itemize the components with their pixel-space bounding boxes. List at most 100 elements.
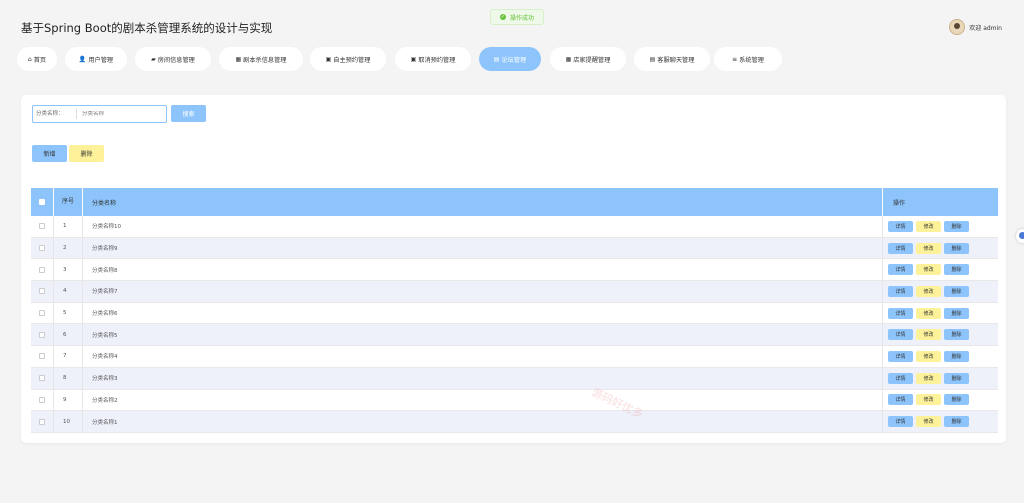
list-icon: ≡ <box>732 55 738 63</box>
detail-button[interactable]: 详情 <box>888 329 913 341</box>
nav-item-2[interactable]: ▰ 房间信息管理 <box>135 47 211 71</box>
detail-button[interactable]: 详情 <box>888 372 913 384</box>
search-button[interactable]: 搜索 <box>171 105 206 122</box>
header-no: 序号 <box>54 188 83 216</box>
nav-item-label: 用户管理 <box>88 56 114 64</box>
delete-button[interactable]: 删除 <box>944 285 969 297</box>
detail-button[interactable]: 详情 <box>888 350 913 362</box>
welcome-text: 欢迎 admin <box>969 24 1002 32</box>
row-ops: 详情 修改 删除 <box>883 303 998 324</box>
delete-button[interactable]: 删除 <box>944 242 969 254</box>
table-row: 9 分类名称2 详情 修改 删除 <box>31 389 998 412</box>
floating-side-button[interactable] <box>1016 229 1024 243</box>
edit-button[interactable]: 修改 <box>916 264 941 276</box>
edit-button[interactable]: 修改 <box>916 285 941 297</box>
row-checkbox[interactable] <box>39 245 45 252</box>
nav-item-5[interactable]: ▣ 取消预约管理 <box>395 47 471 71</box>
table-row: 8 分类名称3 详情 修改 删除 <box>31 367 998 390</box>
calendar-icon: ▣ <box>410 55 417 63</box>
row-checkbox[interactable] <box>39 331 45 338</box>
row-checkbox[interactable] <box>39 396 45 403</box>
row-checkbox[interactable] <box>39 418 45 425</box>
nav-item-4[interactable]: ▣ 自主预约管理 <box>310 47 386 71</box>
edit-button[interactable]: 修改 <box>916 220 941 232</box>
row-name: 分类名称8 <box>83 259 883 281</box>
detail-button[interactable]: 详情 <box>888 242 913 254</box>
nav-item-label: 房间信息管理 <box>157 56 195 64</box>
add-button[interactable]: 新增 <box>32 145 67 162</box>
detail-button[interactable]: 详情 <box>888 264 913 276</box>
nav-item-1[interactable]: 👤 用户管理 <box>65 47 127 71</box>
row-checkbox-cell <box>31 259 54 281</box>
top-bar: 基于Spring Boot的剧本杀管理系统的设计与实现 ✓ 操作成功 欢迎 ad… <box>0 0 1024 44</box>
table-row: 7 分类名称4 详情 修改 删除 <box>31 346 998 368</box>
row-ops: 详情 修改 删除 <box>883 216 998 237</box>
nav-item-9[interactable]: ≡ 系统管理 <box>714 47 782 71</box>
detail-button[interactable]: 详情 <box>888 220 913 232</box>
detail-button[interactable]: 详情 <box>888 394 913 406</box>
header-ops: 操作 <box>893 199 906 207</box>
row-checkbox[interactable] <box>39 375 45 382</box>
detail-button[interactable]: 详情 <box>888 416 913 428</box>
table-row: 6 分类名称5 详情 修改 删除 <box>31 324 998 347</box>
nav-item-0[interactable]: ⌂ 首页 <box>17 47 57 71</box>
table-row: 4 分类名称7 详情 修改 删除 <box>31 281 998 303</box>
nav-item-label: 店家提醒管理 <box>573 56 611 64</box>
edit-button[interactable]: 修改 <box>916 394 941 406</box>
edit-button[interactable]: 修改 <box>916 242 941 254</box>
nav-item-label: 论坛管理 <box>501 56 527 64</box>
toast-text: 操作成功 <box>510 14 535 22</box>
row-no: 8 <box>54 367 83 389</box>
row-name: 分类名称3 <box>83 367 883 389</box>
delete-button[interactable]: 删除 <box>944 220 969 232</box>
nav-item-7[interactable]: ▦ 店家提醒管理 <box>550 47 626 71</box>
check-icon: ✓ <box>500 14 506 20</box>
row-checkbox[interactable] <box>39 310 45 317</box>
edit-button[interactable]: 修改 <box>916 350 941 362</box>
home-icon: ⌂ <box>27 55 32 63</box>
row-checkbox[interactable] <box>39 288 45 295</box>
batch-delete-button[interactable]: 删除 <box>69 145 104 162</box>
table-row: 3 分类名称8 详情 修改 删除 <box>31 259 998 282</box>
search-input[interactable] <box>77 111 162 117</box>
edit-button[interactable]: 修改 <box>916 372 941 384</box>
delete-button[interactable]: 删除 <box>944 307 969 319</box>
edit-button[interactable]: 修改 <box>916 329 941 341</box>
row-name: 分类名称4 <box>83 346 883 367</box>
edit-button[interactable]: 修改 <box>916 307 941 319</box>
avatar[interactable] <box>949 19 966 35</box>
delete-button[interactable]: 删除 <box>944 329 969 341</box>
row-no: 2 <box>54 237 83 259</box>
forum-icon: ▤ <box>493 55 500 63</box>
delete-button[interactable]: 删除 <box>944 394 969 406</box>
row-checkbox[interactable] <box>39 223 45 230</box>
nav-item-3[interactable]: ▦ 剧本杀信息管理 <box>219 47 303 71</box>
detail-button[interactable]: 详情 <box>888 285 913 297</box>
row-checkbox-cell <box>31 281 54 302</box>
row-name: 分类名称1 <box>83 411 883 432</box>
nav-item-label: 客服聊天管理 <box>657 56 695 64</box>
detail-button[interactable]: 详情 <box>888 307 913 319</box>
row-checkbox-cell <box>31 302 54 324</box>
delete-button[interactable]: 删除 <box>944 372 969 384</box>
row-ops: 详情 修改 删除 <box>883 411 998 432</box>
edit-button[interactable]: 修改 <box>916 416 941 428</box>
app-title: 基于Spring Boot的剧本杀管理系统的设计与实现 <box>21 21 273 35</box>
nav-item-8[interactable]: ▤ 客服聊天管理 <box>634 47 710 71</box>
row-checkbox[interactable] <box>39 266 45 273</box>
row-checkbox[interactable] <box>39 353 45 360</box>
header-checkbox-cell <box>31 188 54 216</box>
row-checkbox-cell <box>31 324 54 346</box>
select-all-checkbox[interactable] <box>39 199 45 205</box>
user-menu[interactable]: 欢迎 admin <box>949 19 1002 35</box>
nav-item-6[interactable]: ▤ 论坛管理 <box>479 47 541 71</box>
row-no: 7 <box>54 346 83 367</box>
delete-button[interactable]: 删除 <box>944 350 969 362</box>
table-row: 2 分类名称9 详情 修改 删除 <box>31 237 998 260</box>
row-name: 分类名称2 <box>83 389 883 411</box>
row-checkbox-cell <box>31 411 54 432</box>
content-panel: 分类名称： 搜索 新增 删除 序号 分类名称 操作 1分类名称10详情修改删除2… <box>21 95 1006 443</box>
delete-button[interactable]: 删除 <box>944 264 969 276</box>
row-name: 分类名称10 <box>83 216 883 237</box>
delete-button[interactable]: 删除 <box>944 416 969 428</box>
